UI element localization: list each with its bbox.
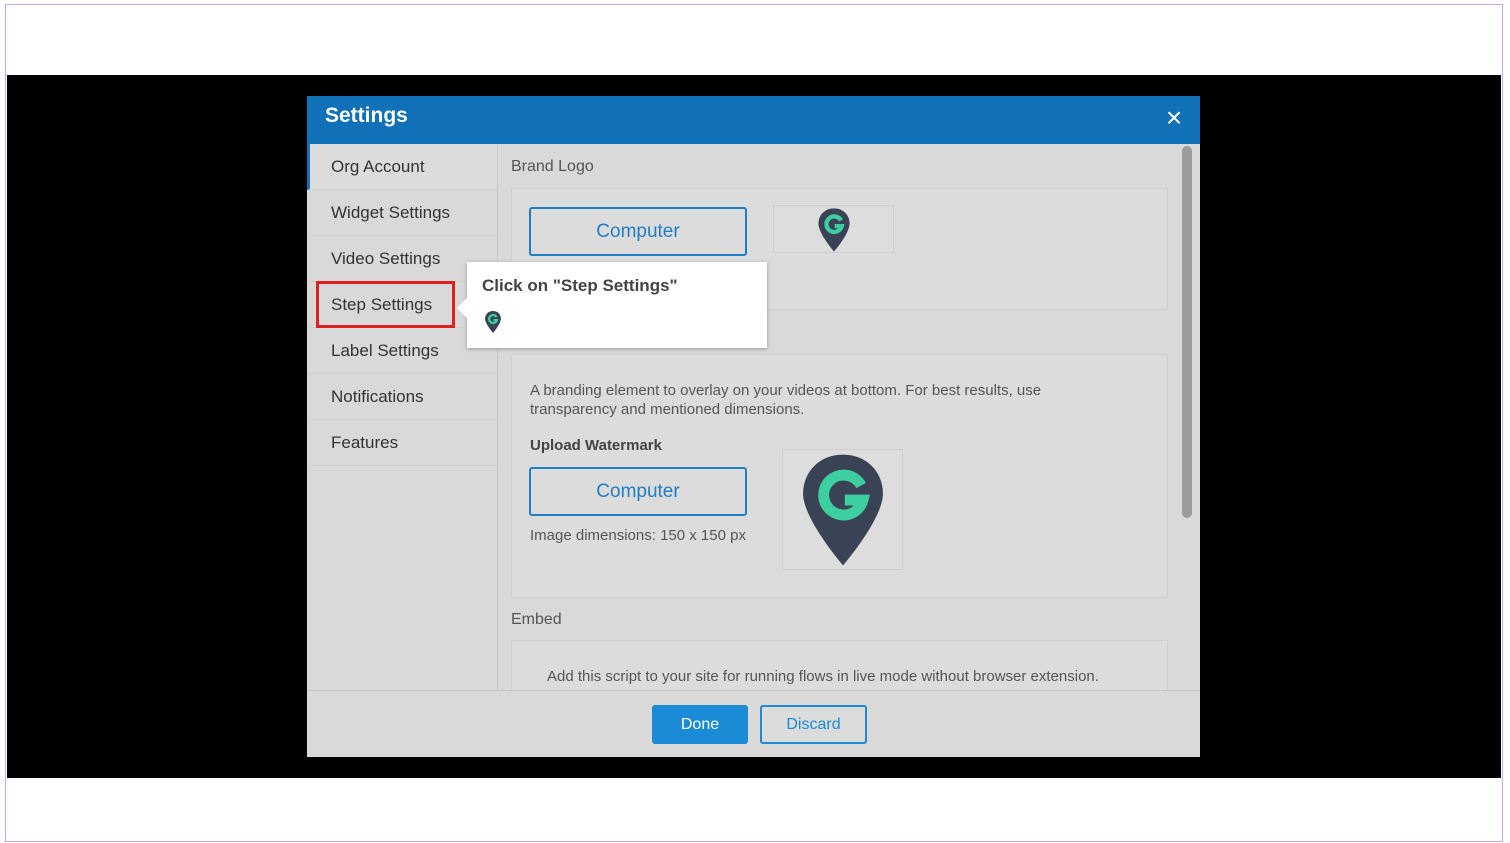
sidebar-item-notifications[interactable]: Notifications (307, 374, 497, 420)
dialog-title: Settings (325, 104, 408, 127)
brand-logo-upload-button[interactable]: Computer (529, 207, 747, 256)
settings-dialog: Settings × Org Account Widget Settings V… (307, 96, 1200, 757)
watermark-description: A branding element to overlay on your vi… (530, 382, 1042, 418)
guide-pin-logo-icon (818, 208, 850, 252)
guide-pin-logo-icon (485, 311, 501, 333)
tooltip-text: Click on "Step Settings" (482, 276, 678, 295)
image-dimensions-text: Image dimensions: 150 x 150 px (530, 527, 746, 544)
guide-pin-logo-icon (803, 454, 883, 566)
guide-tooltip: Click on "Step Settings" (457, 262, 767, 348)
step-settings-highlight (316, 281, 455, 328)
scrollbar-thumb[interactable] (1182, 146, 1192, 518)
embed-description: Add this script to your site for running… (547, 668, 1099, 685)
sidebar-item-widget-settings[interactable]: Widget Settings (307, 190, 497, 236)
embed-card: Add this script to your site for running… (511, 640, 1168, 690)
done-button[interactable]: Done (652, 705, 748, 744)
watermark-upload-button[interactable]: Computer (529, 467, 747, 516)
brand-logo-preview (773, 205, 894, 253)
sidebar-item-org-account[interactable]: Org Account (307, 144, 497, 190)
settings-sidebar: Org Account Widget Settings Video Settin… (307, 144, 498, 690)
upload-watermark-label: Upload Watermark (530, 437, 662, 454)
embed-label: Embed (511, 611, 562, 628)
sidebar-item-features[interactable]: Features (307, 420, 497, 466)
tooltip-arrow (457, 298, 467, 318)
brand-logo-label: Brand Logo (511, 158, 594, 175)
dialog-footer: Done Discard (307, 690, 1200, 757)
discard-button[interactable]: Discard (760, 705, 867, 744)
settings-content: Brand Logo Computer A branding element t… (498, 144, 1180, 690)
content-scrollbar[interactable] (1181, 146, 1193, 692)
watermark-preview (782, 449, 903, 570)
close-icon[interactable]: × (1160, 104, 1188, 132)
watermark-card: A branding element to overlay on your vi… (511, 354, 1168, 598)
dialog-titlebar: Settings × (307, 96, 1200, 144)
